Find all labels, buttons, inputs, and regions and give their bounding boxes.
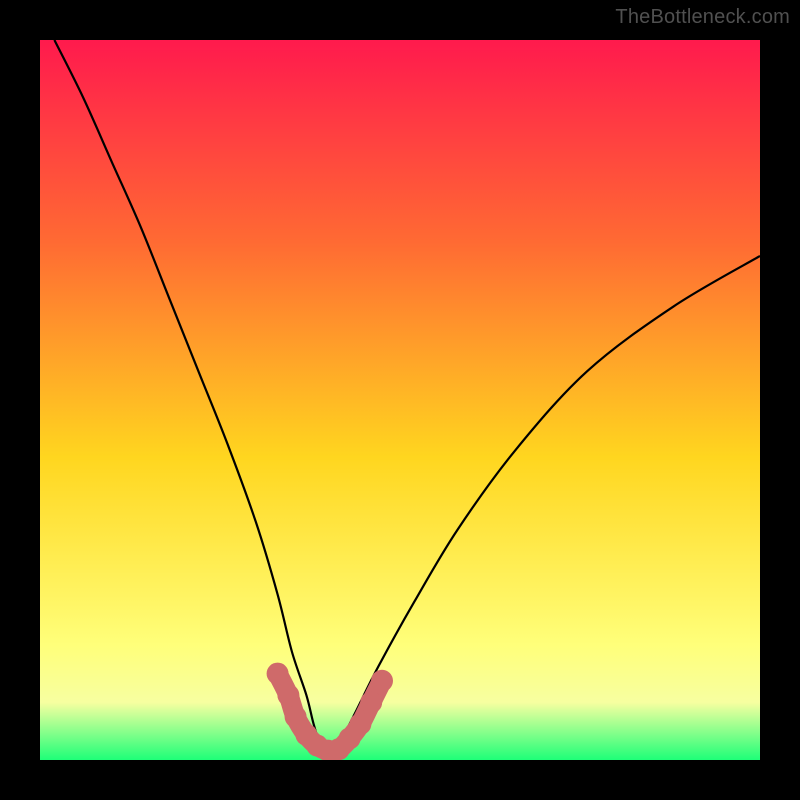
marker-dot — [371, 670, 393, 692]
gradient-background — [40, 40, 760, 760]
watermark-text: TheBottleneck.com — [615, 6, 790, 29]
marker-dot — [360, 691, 382, 713]
plot-area — [40, 40, 760, 760]
chart-frame: TheBottleneck.com — [0, 0, 800, 800]
chart-svg — [40, 40, 760, 760]
marker-dot — [267, 663, 289, 685]
marker-dot — [349, 713, 371, 735]
marker-dot — [277, 684, 299, 706]
